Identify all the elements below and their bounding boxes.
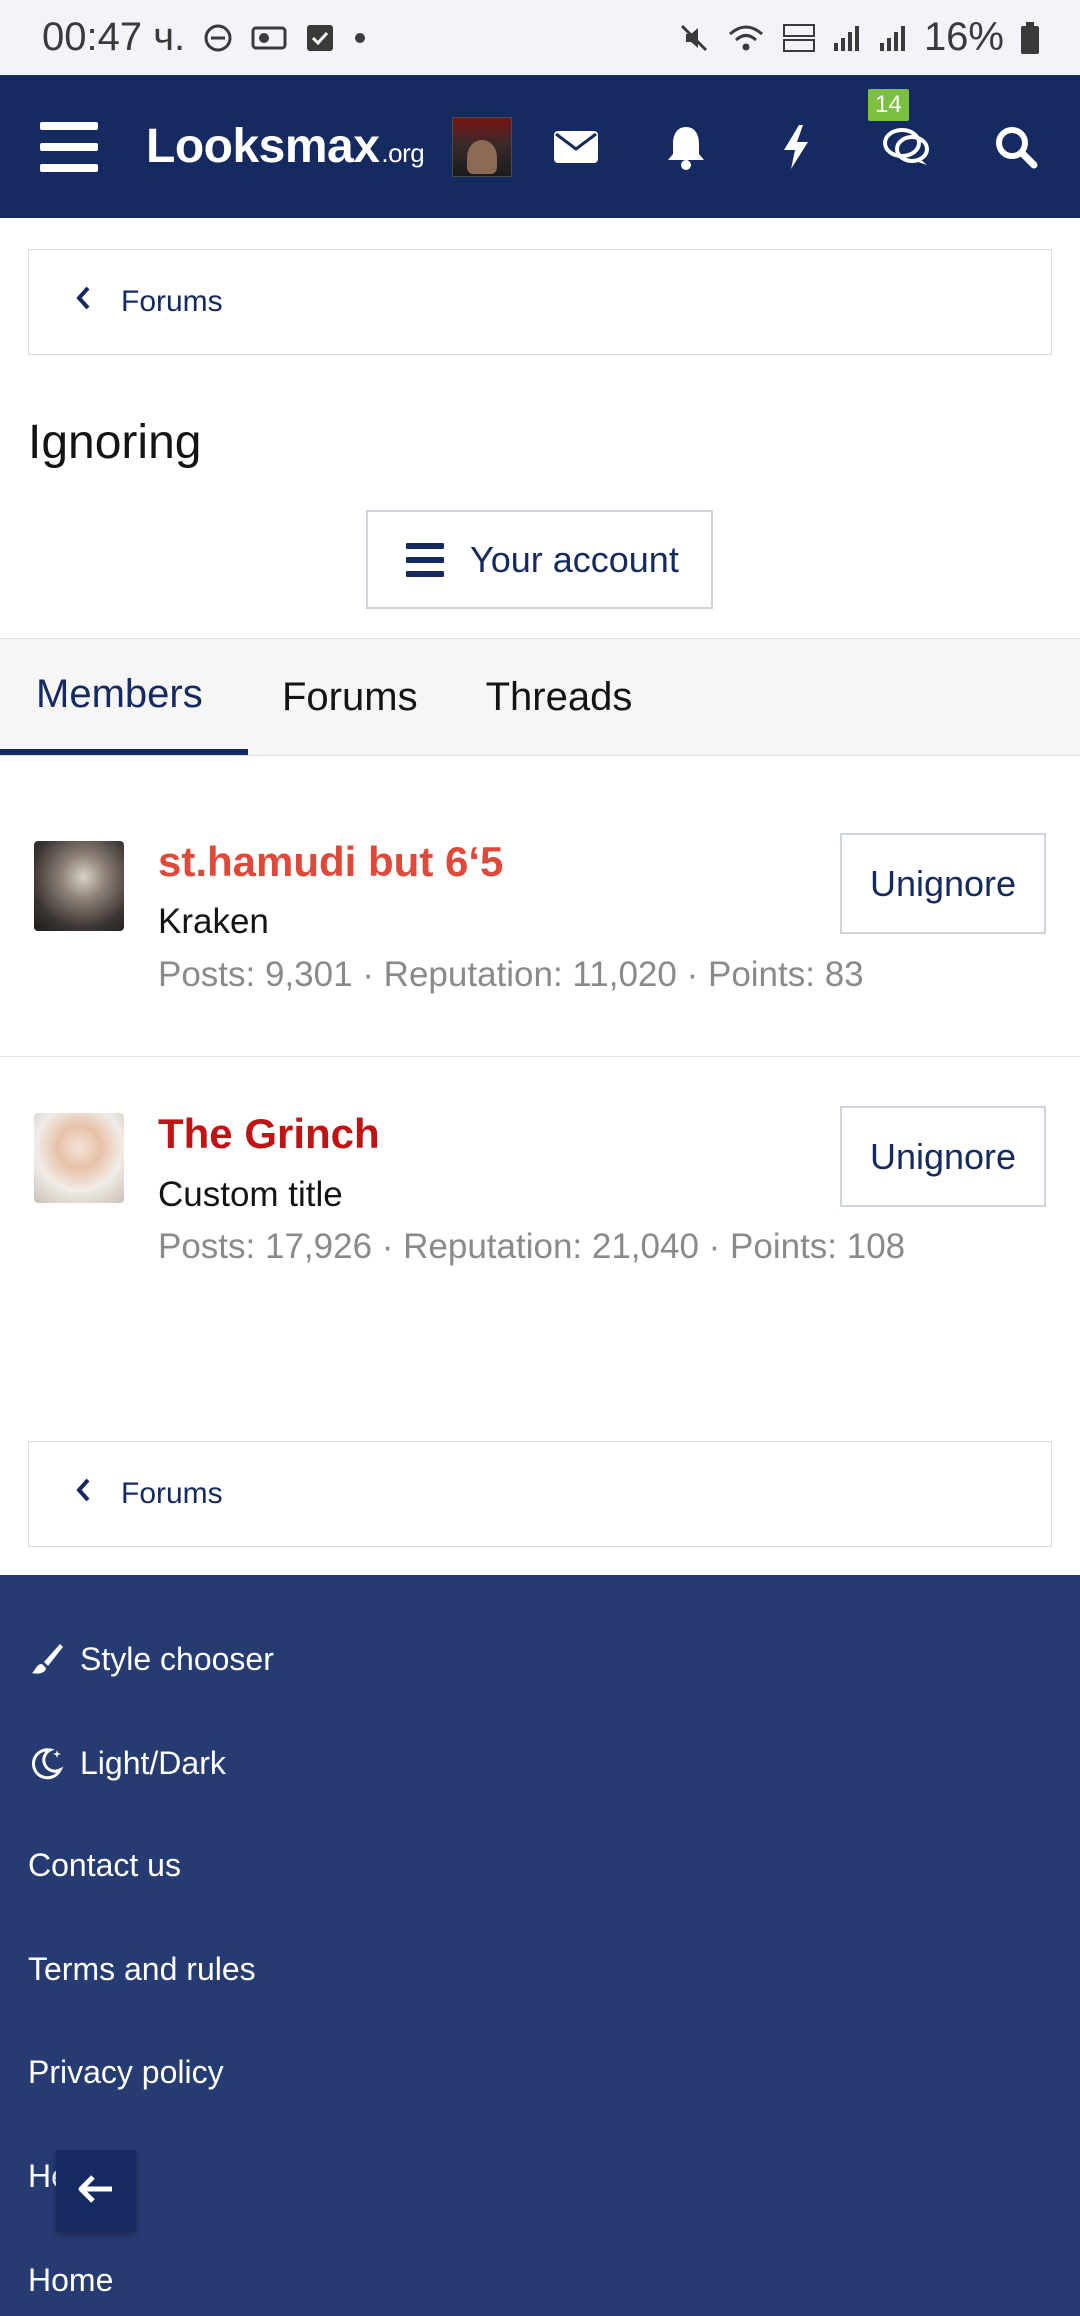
signal-roaming-icon (878, 23, 908, 53)
dot-icon (353, 31, 367, 45)
breadcrumb-forums-link[interactable]: Forums (121, 1477, 223, 1511)
footer-link-light-dark[interactable]: Light/Dark (28, 1744, 226, 1782)
status-left: 00:47 ч. (42, 15, 367, 60)
lightning-icon[interactable] (772, 123, 820, 171)
bell-icon[interactable] (662, 123, 710, 171)
back-to-top-button[interactable] (56, 2150, 136, 2232)
status-bar: 00:47 ч. 16% (0, 0, 1080, 75)
footer-link-label: Home (28, 2262, 114, 2298)
checkbox-icon (305, 23, 335, 53)
tab-threads[interactable]: Threads (452, 639, 667, 755)
breadcrumb-bottom[interactable]: Forums (28, 1441, 1052, 1547)
member-stats: Posts: 9,301 · Reputation: 11,020 · Poin… (158, 955, 864, 994)
battery-icon (1020, 21, 1040, 55)
divider (0, 1056, 1080, 1057)
tab-members[interactable]: Members (0, 639, 248, 755)
conversations-badge: 14 (868, 88, 909, 121)
header-actions: 14 (552, 88, 1040, 171)
page-title: Ignoring (28, 416, 202, 469)
your-account-label: Your account (470, 538, 679, 580)
footer-link-terms[interactable]: Terms and rules (28, 1951, 256, 1988)
member-name[interactable]: The Grinch (158, 1110, 380, 1158)
menu-icon (406, 542, 444, 577)
footer-link-style-chooser[interactable]: Style chooser (28, 1640, 274, 1678)
wifi-icon (726, 22, 766, 54)
dnd-icon (203, 23, 233, 53)
moon-icon (28, 1744, 66, 1782)
tab-forums[interactable]: Forums (248, 639, 452, 755)
logo-suffix: .org (381, 138, 425, 168)
footer-link-label: Style chooser (80, 1640, 274, 1677)
vpn-icon (251, 23, 287, 53)
battery-percent: 16% (923, 15, 1004, 59)
your-account-button[interactable]: Your account (366, 510, 713, 609)
mute-icon (678, 22, 710, 54)
avatar[interactable] (34, 841, 124, 931)
ignore-tabs: Members Forums Threads (0, 638, 1080, 756)
conversations-icon[interactable]: 14 (868, 88, 930, 171)
clock: 00:47 ч. (42, 15, 186, 59)
member-name[interactable]: st.hamudi but 6‘5 (158, 838, 503, 886)
member-user-title: Kraken (158, 902, 269, 941)
signal-icon (832, 23, 862, 53)
status-right: 16% (678, 15, 1040, 60)
footer-link-label: Privacy policy (28, 2054, 224, 2090)
menu-icon[interactable] (40, 121, 98, 172)
promo-thumbnail[interactable] (452, 116, 513, 177)
unignore-button[interactable]: Unignore (840, 833, 1046, 934)
footer-link-contact-us[interactable]: Contact us (28, 1847, 181, 1884)
avatar[interactable] (34, 1113, 124, 1203)
volte-icon (782, 21, 816, 55)
logo-text: Looksmax (146, 120, 380, 173)
footer-link-label: Terms and rules (28, 1951, 256, 1987)
search-icon[interactable] (992, 123, 1040, 171)
footer-link-label: Contact us (28, 1847, 181, 1883)
breadcrumb-forums-link[interactable]: Forums (121, 285, 223, 319)
chevron-left-icon (75, 1477, 91, 1511)
footer-link-home[interactable]: Home (28, 2262, 113, 2299)
unignore-button[interactable]: Unignore (840, 1106, 1046, 1207)
envelope-icon[interactable] (552, 123, 600, 171)
site-header: Looksmax .org 14 (0, 75, 1080, 218)
site-logo[interactable]: Looksmax .org (146, 119, 425, 174)
footer-link-label: Light/Dark (80, 1744, 226, 1781)
breadcrumb-top[interactable]: Forums (28, 249, 1052, 355)
brush-icon (28, 1640, 66, 1678)
chevron-left-icon (75, 285, 91, 319)
member-stats: Posts: 17,926 · Reputation: 21,040 · Poi… (158, 1227, 906, 1266)
member-user-title: Custom title (158, 1175, 343, 1214)
arrow-left-icon (78, 2174, 114, 2209)
site-footer (0, 1575, 1080, 2316)
footer-link-privacy[interactable]: Privacy policy (28, 2054, 224, 2091)
